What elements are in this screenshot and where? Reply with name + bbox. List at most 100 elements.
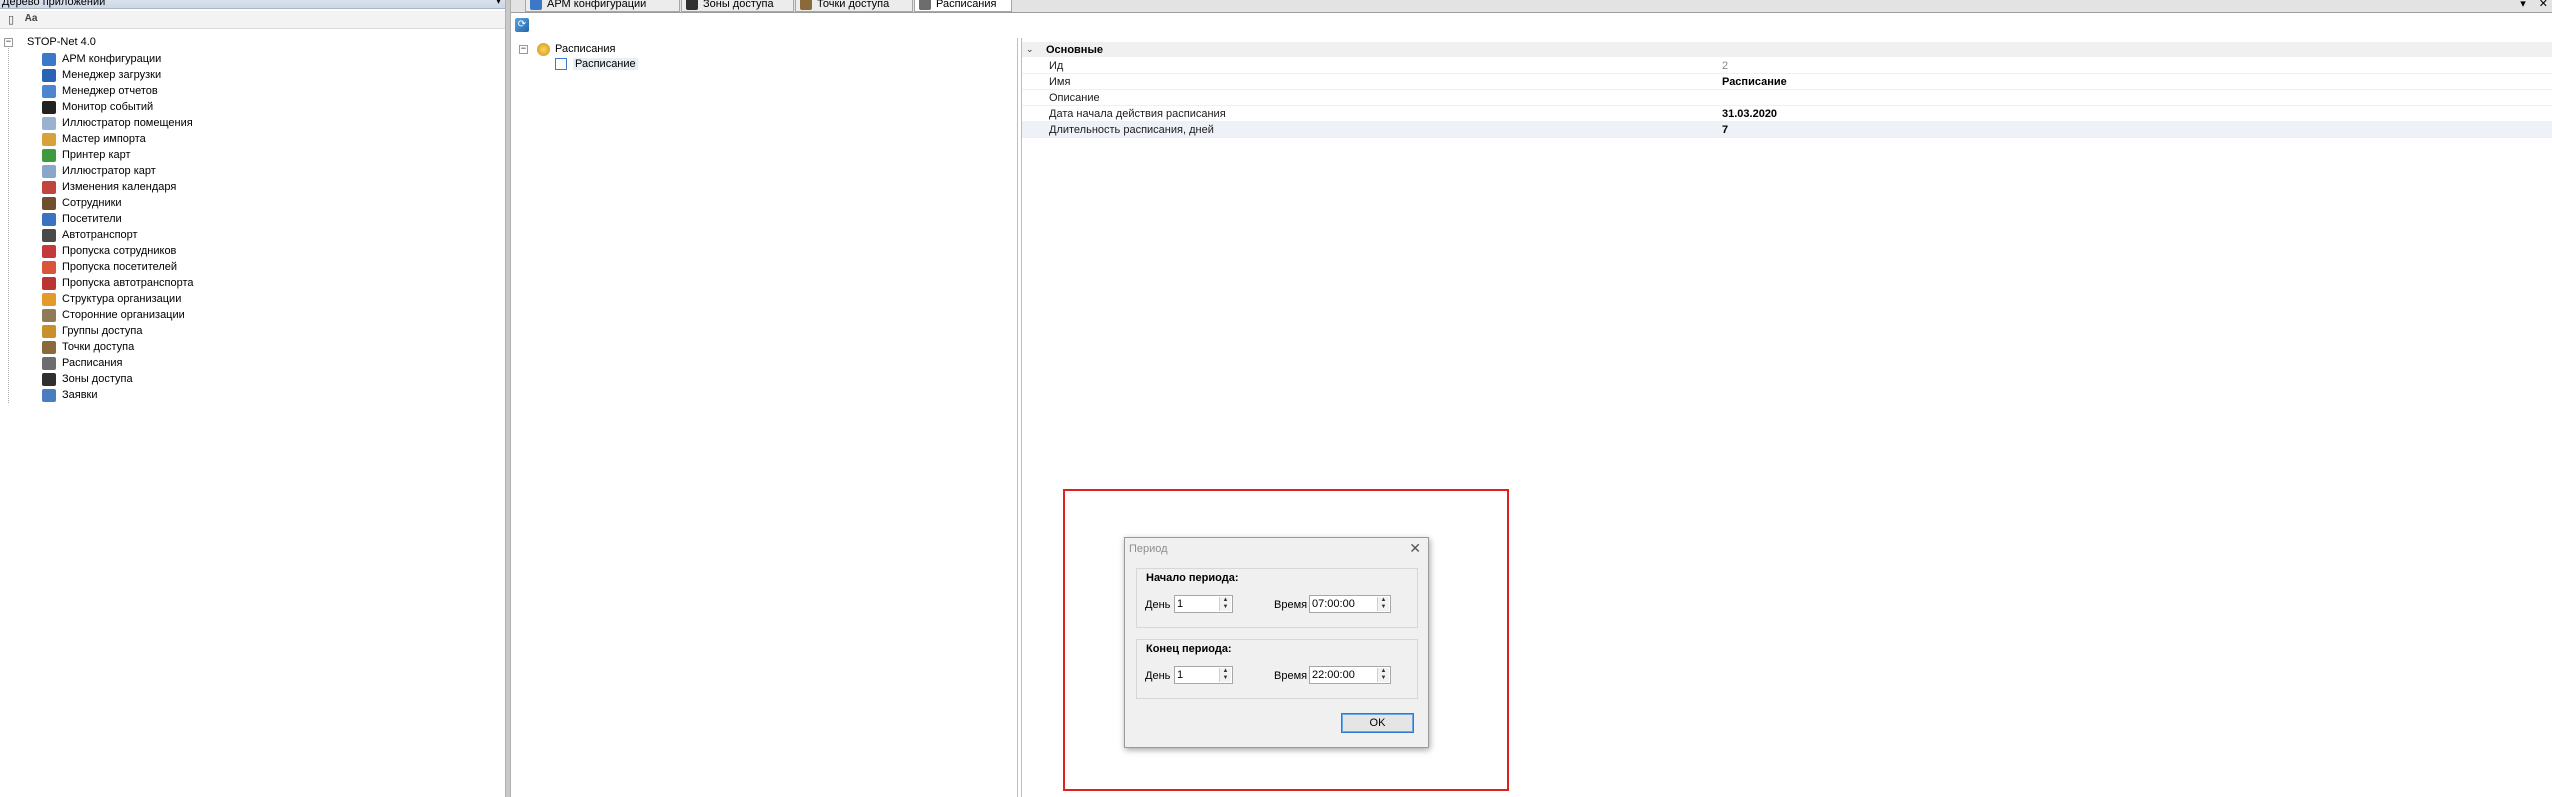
tree-item-vehicle-pass[interactable]: Пропуска автотранспорта (42, 275, 194, 291)
tree-item-printer[interactable]: Принтер карт (42, 147, 131, 163)
tree-item-label: Пропуска автотранспорта (62, 277, 194, 289)
close-tab-icon[interactable]: ✕ (2539, 0, 2548, 10)
ok-button[interactable]: OK (1341, 713, 1414, 733)
collapse-all-icon[interactable]: ▯ (3, 13, 19, 27)
spinner-buttons: ▲ ▼ (1377, 597, 1389, 611)
tab-label: АРМ конфигурации (547, 0, 647, 10)
door-icon (800, 0, 812, 10)
tree-item-label: Менеджер загрузки (62, 69, 162, 81)
spin-down-icon[interactable]: ▼ (1378, 675, 1389, 682)
tree-item-settings[interactable]: АРМ конфигурации (42, 51, 161, 67)
dialog-title: Период (1129, 543, 1168, 555)
spin-down-icon[interactable]: ▼ (1220, 604, 1231, 611)
card-map-icon (42, 164, 56, 178)
property-row-duration[interactable]: Длительность расписания, дней 7 (1022, 122, 2552, 138)
tab-label: Точки доступа (817, 0, 890, 10)
tree-item-monitor[interactable]: Монитор событий (42, 99, 153, 115)
schedule-tree-pane: − Расписания Расписание (511, 38, 1018, 797)
tree-item-report[interactable]: Менеджер отчетов (42, 83, 158, 99)
vehicle-icon (42, 228, 56, 242)
schedule-tree-root-label: Расписания (555, 43, 616, 55)
property-value[interactable]: 31.03.2020 (1722, 108, 1777, 120)
tree-item-label: Пропуска сотрудников (62, 245, 177, 257)
tab-arm-config[interactable]: АРМ конфигурации (525, 0, 680, 12)
collapse-icon[interactable]: − (519, 45, 528, 54)
sort-alpha-icon[interactable]: Aa (23, 13, 39, 27)
tree-item-access-group[interactable]: Группы доступа (42, 323, 142, 339)
tree-item-requests[interactable]: Заявки (42, 387, 98, 403)
spinner-buttons: ▲ ▼ (1377, 668, 1389, 682)
property-row-start-date[interactable]: Дата начала действия расписания 31.03.20… (1022, 106, 2552, 122)
start-day-value[interactable]: 1 (1177, 598, 1183, 610)
tree-item-label: Посетители (62, 213, 122, 225)
requests-icon (42, 388, 56, 402)
end-time-value[interactable]: 22:00:00 (1312, 669, 1355, 681)
tree-item-access-zone[interactable]: Зоны доступа (42, 371, 133, 387)
visitor-pass-icon (42, 260, 56, 274)
report-icon (42, 84, 56, 98)
spin-up-icon[interactable]: ▲ (1220, 597, 1231, 604)
property-value[interactable]: Расписание (1722, 76, 1787, 88)
tree-item-import[interactable]: Мастер импорта (42, 131, 146, 147)
tree-item-visitors[interactable]: Посетители (42, 211, 122, 227)
spin-down-icon[interactable]: ▼ (1220, 675, 1231, 682)
start-time-picker[interactable]: 07:00:00 ▲ ▼ (1309, 595, 1391, 613)
zone-icon (686, 0, 698, 10)
app-tree-panel: Дерево приложений ▾ ▯ Aa − STOP-Net 4.0 … (0, 0, 505, 797)
spin-down-icon[interactable]: ▼ (1378, 604, 1389, 611)
tree-item-label: Пропуска посетителей (62, 261, 178, 273)
end-day-label: День (1145, 670, 1171, 682)
tree-item-schedule[interactable]: Расписания (42, 355, 122, 371)
tree-item-room-map[interactable]: Иллюстратор помещения (42, 115, 193, 131)
property-category-label: Основные (1046, 43, 1103, 56)
property-row-id[interactable]: Ид 2 (1022, 58, 2552, 74)
visitors-icon (42, 212, 56, 226)
tree-item-card-map[interactable]: Иллюстратор карт (42, 163, 156, 179)
tree-item-employees[interactable]: Сотрудники (42, 195, 122, 211)
tab-access-points[interactable]: Точки доступа (795, 0, 913, 12)
schedule-tree-root[interactable]: Расписания (537, 42, 615, 56)
start-day-label: День (1145, 599, 1171, 611)
property-value[interactable]: 7 (1722, 124, 1728, 136)
tab-list-dropdown-icon[interactable]: ▾ (2520, 0, 2526, 10)
chevron-down-icon[interactable]: ⌄ (1026, 44, 1038, 55)
import-icon (42, 132, 56, 146)
panel-dropdown-icon[interactable]: ▾ (496, 0, 501, 8)
start-day-spinner[interactable]: 1 ▲ ▼ (1174, 595, 1233, 613)
tab-access-zones[interactable]: Зоны доступа (681, 0, 794, 12)
collapse-icon[interactable]: − (4, 37, 13, 47)
refresh-icon[interactable]: ⟳ (515, 18, 529, 32)
tree-item-label: Иллюстратор карт (62, 165, 156, 177)
end-time-picker[interactable]: 22:00:00 ▲ ▼ (1309, 666, 1391, 684)
tree-item-employee-pass[interactable]: Пропуска сотрудников (42, 243, 176, 259)
content-toolbar: ⟳ (511, 14, 2552, 36)
tree-item-label: Точки доступа (62, 341, 135, 353)
tree-item-label: Заявки (62, 389, 98, 401)
end-day-value[interactable]: 1 (1177, 669, 1183, 681)
tree-item-download[interactable]: Менеджер загрузки (42, 67, 161, 83)
spin-up-icon[interactable]: ▲ (1378, 597, 1389, 604)
spin-up-icon[interactable]: ▲ (1378, 668, 1389, 675)
tree-item-access-point[interactable]: Точки доступа (42, 339, 134, 355)
schedule-tree-item[interactable]: Расписание (555, 57, 638, 71)
close-icon[interactable]: ✕ (1409, 540, 1421, 557)
tree-item-calendar[interactable]: Изменения календаря (42, 179, 176, 195)
spin-up-icon[interactable]: ▲ (1220, 668, 1231, 675)
tab-controls: ▾ ✕ (2510, 0, 2548, 10)
tree-item-vehicle[interactable]: Автотранспорт (42, 227, 138, 243)
property-row-name[interactable]: Имя Расписание (1022, 74, 2552, 90)
tree-item-org-structure[interactable]: Структура организации (42, 291, 181, 307)
property-category[interactable]: ⌄ Основные (1022, 42, 2552, 57)
tab-schedules[interactable]: Расписания (914, 0, 1012, 12)
tree-root[interactable]: − STOP-Net 4.0 (4, 34, 96, 50)
tree-item-visitor-pass[interactable]: Пропуска посетителей (42, 259, 177, 275)
tree-item-label: Автотранспорт (62, 229, 138, 241)
period-start-title: Начало периода: (1146, 572, 1239, 584)
end-day-spinner[interactable]: 1 ▲ ▼ (1174, 666, 1233, 684)
start-time-label: Время (1274, 599, 1308, 611)
property-row-description[interactable]: Описание (1022, 90, 2552, 106)
start-time-value[interactable]: 07:00:00 (1312, 598, 1355, 610)
tree-item-third-party[interactable]: Сторонние организации (42, 307, 185, 323)
vehicle-pass-icon (42, 276, 56, 290)
calendar-icon (42, 180, 56, 194)
